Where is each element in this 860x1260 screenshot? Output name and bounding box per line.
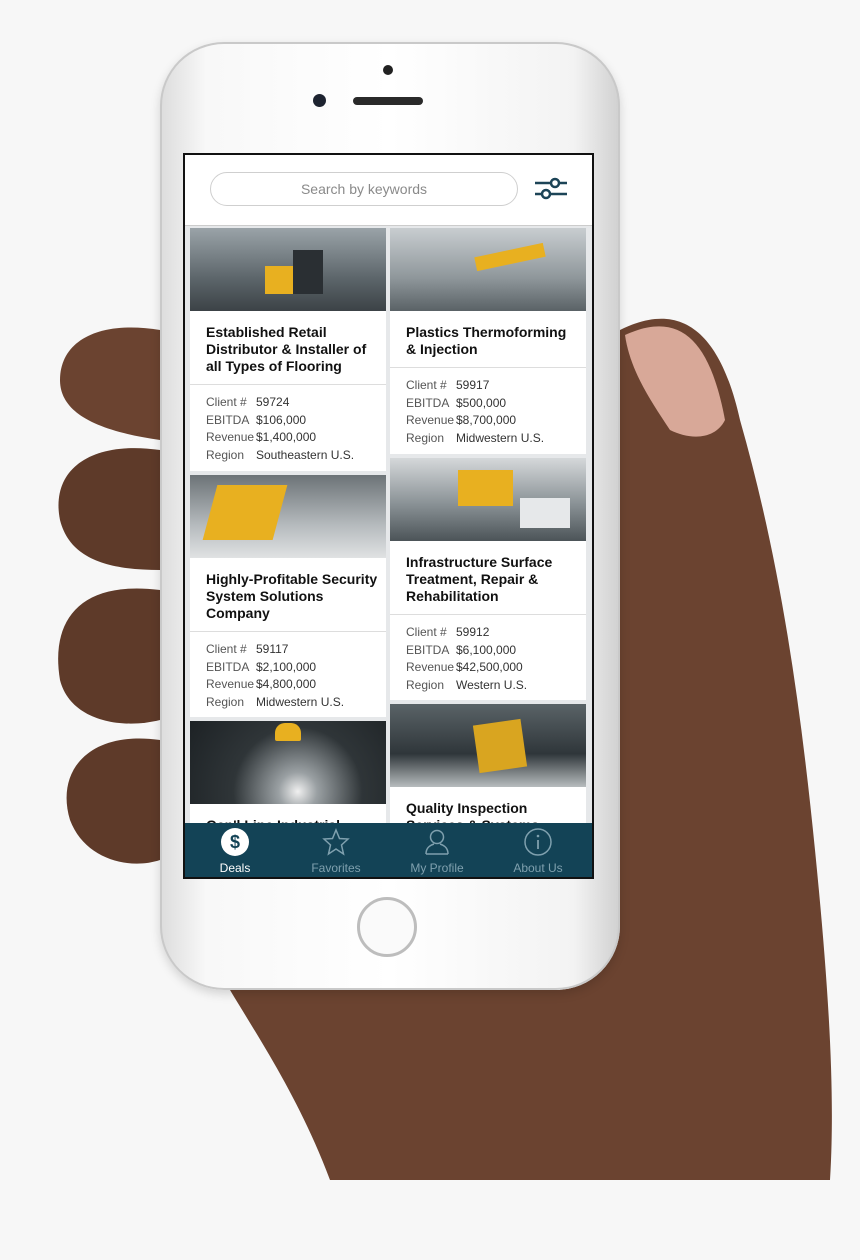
shipping-container-image xyxy=(390,458,586,541)
ebitda-value: $2,100,000 xyxy=(256,659,317,674)
tab-label: About Us xyxy=(513,861,563,875)
home-button[interactable] xyxy=(357,897,417,957)
deal-card[interactable]: Established Retail Distributor & Install… xyxy=(190,228,386,471)
divider xyxy=(390,614,586,615)
client-label: Client # xyxy=(206,395,247,409)
deal-card[interactable]: Highly-Profitable Security System Soluti… xyxy=(190,475,386,717)
divider xyxy=(190,631,386,632)
region-label: Region xyxy=(206,694,245,709)
client-value: 59917 xyxy=(456,378,490,392)
tab-label: Deals xyxy=(219,861,251,875)
deal-details: Client # 59724 EBITDA $106,000 Revenue $1,4… xyxy=(206,394,354,464)
ebitda-value: $6,100,000 xyxy=(456,642,517,657)
revenue-label: Revenue xyxy=(206,430,255,444)
revenue-label: Revenue xyxy=(406,413,455,427)
client-label: Client # xyxy=(406,378,447,392)
deal-title: Plastics Thermoforming & Injection xyxy=(406,324,567,357)
region-label: Region xyxy=(406,677,445,692)
bottom-tab-bar: $ Deals Favorites My Profile About Us xyxy=(185,823,592,877)
plastics-lab-image xyxy=(390,228,586,311)
deal-card[interactable]: Quality Inspection Services & Systems xyxy=(390,704,586,834)
revenue-value: $8,700,000 xyxy=(456,413,517,427)
ebitda-label: EBITDA xyxy=(406,395,450,410)
deal-details: Client # 59117 EBITDA $2,100,000 Revenue $4… xyxy=(206,641,344,711)
tab-deals[interactable]: $ Deals xyxy=(185,823,285,877)
region-value: Southeastern U.S. xyxy=(256,447,355,462)
region-value: Midwestern U.S. xyxy=(456,430,545,445)
speaker-grille xyxy=(353,97,423,105)
front-camera xyxy=(313,94,326,107)
search-input[interactable]: Search by keywords xyxy=(210,172,518,206)
deal-details: Client # 59917 EBITDA $500,000 Revenue $8,7… xyxy=(406,377,544,447)
deal-card[interactable]: Plastics Thermoforming & Injection Clien… xyxy=(390,228,586,454)
deal-card[interactable]: Infrastructure Surface Treatment, Repair… xyxy=(390,458,586,700)
tab-my-profile[interactable]: My Profile xyxy=(387,823,487,877)
revenue-label: Revenue xyxy=(406,660,455,674)
welding-image xyxy=(190,721,386,804)
tab-about-us[interactable]: About Us xyxy=(488,823,588,877)
microchip-image xyxy=(390,704,586,787)
ebitda-label: EBITDA xyxy=(406,642,450,657)
revenue-value: $1,400,000 xyxy=(256,430,317,444)
ebitda-value: $500,000 xyxy=(456,395,507,410)
search-header: Search by keywords xyxy=(185,155,592,226)
app-screen: Search by keywords Established Retail Di… xyxy=(183,153,594,879)
profile-icon xyxy=(425,829,449,855)
region-label: Region xyxy=(406,430,445,445)
ebitda-label: EBITDA xyxy=(206,659,250,674)
revenue-label: Revenue xyxy=(206,677,255,691)
revenue-value: $4,800,000 xyxy=(256,677,317,691)
deal-details: Client # 59912 EBITDA $6,100,000 Revenue $4… xyxy=(406,624,527,694)
divider xyxy=(390,367,586,368)
divider xyxy=(190,384,386,385)
deal-title: Infrastructure Surface Treatment, Repair… xyxy=(406,554,553,604)
deal-title: Highly-Profitable Security System Soluti… xyxy=(206,571,378,621)
deal-title: Established Retail Distributor & Install… xyxy=(206,324,367,374)
sensor-dot xyxy=(383,65,393,75)
region-value: Midwestern U.S. xyxy=(256,694,345,709)
client-label: Client # xyxy=(406,625,447,639)
client-value: 59912 xyxy=(456,625,490,639)
tab-label: Favorites xyxy=(311,861,361,875)
svg-text:$: $ xyxy=(230,832,240,852)
revenue-value: $42,500,000 xyxy=(456,660,523,674)
filter-sliders-icon[interactable] xyxy=(535,177,567,201)
ebitda-value: $106,000 xyxy=(256,412,307,427)
client-value: 59117 xyxy=(256,642,289,656)
tab-favorites[interactable]: Favorites xyxy=(286,823,386,877)
star-icon xyxy=(322,828,350,856)
tab-label: My Profile xyxy=(410,861,464,875)
client-value: 59724 xyxy=(256,395,290,409)
region-label: Region xyxy=(206,447,245,462)
security-keypad-image xyxy=(190,475,386,558)
ebitda-label: EBITDA xyxy=(206,412,250,427)
region-value: Western U.S. xyxy=(456,677,528,692)
client-label: Client # xyxy=(206,642,247,656)
dollar-icon: $ xyxy=(221,828,249,856)
warehouse-forklift-image xyxy=(190,228,386,311)
info-icon xyxy=(524,828,552,856)
